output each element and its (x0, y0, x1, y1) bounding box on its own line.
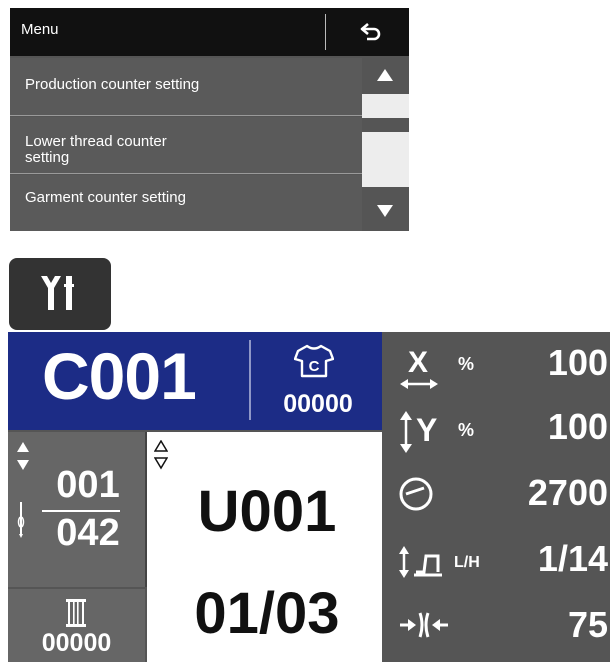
x-scale-value: 100 (547, 342, 608, 383)
bobbin-icon (66, 599, 86, 627)
thread-tension-icon (400, 612, 448, 638)
tools-icon (41, 276, 74, 310)
x-scale-row[interactable]: X % 100 (382, 336, 610, 398)
presser-row[interactable]: L/H 1/14 (382, 532, 610, 594)
user-program-page: 01/03 (194, 581, 340, 646)
up-down-outline-arrows-icon (154, 440, 168, 470)
needle-icon (17, 502, 25, 538)
presser-foot-lift-icon (399, 546, 442, 578)
back-button[interactable] (334, 10, 406, 54)
presser-value: 1/14 (537, 538, 608, 579)
triangle-down-icon (377, 205, 393, 217)
pattern-divider (249, 340, 251, 420)
user-program-box[interactable]: U001 01/03 (147, 432, 382, 662)
tension-value: 75 (567, 604, 608, 645)
y-scale-icon (400, 411, 412, 453)
scroll-up-button[interactable] (362, 56, 409, 94)
svg-text:C: C (309, 358, 320, 375)
y-scale-unit: % (458, 420, 475, 440)
x-scale-icon: X (400, 346, 438, 389)
pattern-number: C001 (42, 339, 197, 413)
pattern-number-box[interactable]: C001 C 00000 (8, 332, 382, 430)
menu-item-lower-thread-counter[interactable]: Lower thread counter setting (10, 117, 362, 174)
menu-panel: Menu Production counter setting Lower th… (10, 8, 409, 231)
y-scale-label: Y (416, 412, 438, 448)
triangle-up-icon (377, 69, 393, 81)
menu-item-production-counter[interactable]: Production counter setting (10, 58, 362, 116)
tension-row[interactable]: 75 (382, 598, 610, 660)
menu-item-label: Garment counter setting (25, 189, 186, 206)
scrollbar-thumb[interactable] (362, 118, 409, 132)
status-panel: C001 C 00000 001 042 00000 U001 01/03 X … (8, 332, 610, 662)
presser-unit: L/H (454, 554, 480, 571)
scroll-down-button[interactable] (362, 187, 409, 231)
user-program-number: U001 (197, 479, 337, 544)
shirt-c-icon: C (294, 344, 334, 378)
settings-button[interactable] (9, 258, 111, 330)
svg-text:X: X (408, 346, 428, 379)
total-stitches: 042 (56, 512, 120, 554)
up-down-arrows-icon (17, 442, 29, 470)
x-scale-unit: % (458, 354, 475, 374)
lower-thread-counter-box[interactable]: 00000 (8, 589, 145, 662)
speed-value: 2700 (527, 472, 608, 513)
menu-item-label: Production counter setting (25, 76, 200, 93)
speed-row[interactable]: 2700 (382, 466, 610, 528)
stitch-step-box[interactable]: 001 042 (8, 432, 147, 587)
menu-item-label: setting (25, 149, 70, 166)
garment-counter-value: 00000 (283, 390, 353, 418)
y-scale-value: 100 (547, 406, 608, 447)
current-stitch: 001 (56, 464, 120, 506)
return-arrow-icon (360, 23, 381, 41)
y-scale-row[interactable]: Y % 100 (382, 400, 610, 462)
speed-gauge-icon (399, 477, 433, 511)
parameter-column: X % 100 Y % 100 2700 L/H 1/14 75 (382, 332, 610, 662)
menu-item-garment-counter[interactable]: Garment counter setting (10, 175, 362, 231)
lower-thread-counter-value: 00000 (41, 629, 112, 657)
menu-title: Menu (21, 21, 59, 38)
menu-item-label: Lower thread counter (25, 133, 167, 150)
menu-header: Menu (10, 8, 409, 56)
menu-header-divider (325, 14, 326, 50)
